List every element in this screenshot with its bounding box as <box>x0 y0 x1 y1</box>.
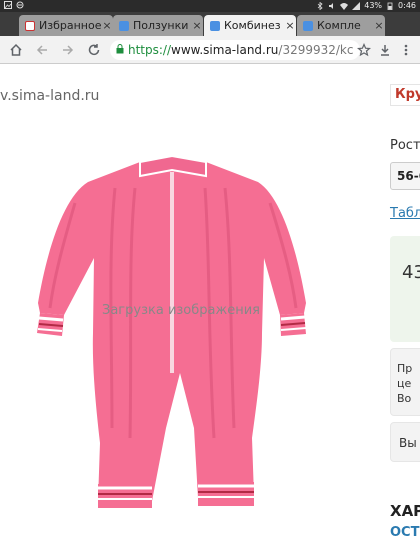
back-icon[interactable] <box>34 42 50 58</box>
address-bar[interactable]: https:// www.sima-land.ru /3299932/kc <box>110 40 360 60</box>
tab-title: Компле <box>317 19 361 32</box>
wifi-icon <box>340 2 349 10</box>
url-scheme: https:// <box>128 43 172 57</box>
home-icon[interactable] <box>8 42 24 58</box>
mail-icon <box>25 20 35 31</box>
price-value: 43 <box>402 262 420 283</box>
browser-toolbar: https:// www.sima-land.ru /3299932/kc <box>0 36 420 64</box>
size-select[interactable]: 56-6 <box>390 162 420 190</box>
close-icon[interactable]: × <box>284 19 296 32</box>
characteristics-heading: ХАР <box>390 502 420 520</box>
size-label: Рост <box>390 138 420 153</box>
buy-button[interactable]: Кру <box>390 84 420 106</box>
tab-title: Ползунки <box>133 19 189 32</box>
select-button[interactable]: Вы <box>390 422 420 462</box>
menu-icon[interactable] <box>398 42 414 58</box>
battery-percent: 43% <box>364 1 383 10</box>
info-line: Во <box>397 392 412 405</box>
stock-link[interactable]: ОСТ <box>390 525 419 540</box>
product-image[interactable] <box>0 108 350 528</box>
clock: 0:46 <box>398 1 416 10</box>
bluetooth-icon <box>316 1 324 10</box>
site-url: v.sima-land.ru <box>0 88 100 104</box>
tab-kombinez[interactable]: Комбинез × <box>204 15 296 36</box>
close-icon[interactable]: × <box>373 19 385 32</box>
lock-icon <box>116 43 124 57</box>
close-icon[interactable]: × <box>191 19 203 32</box>
tab-polzunki[interactable]: Ползунки × <box>113 15 203 36</box>
sync-icon <box>16 1 24 9</box>
info-line: Пр <box>397 362 413 375</box>
tab-favorites[interactable]: Избранное × <box>19 15 113 36</box>
battery-icon <box>386 2 394 10</box>
signal-icon <box>352 1 361 10</box>
price-box: 43 <box>390 236 420 342</box>
reload-icon[interactable] <box>86 42 102 58</box>
url-host: www.sima-land.ru <box>171 43 279 57</box>
page-content: v.sima-land.ru Загрузка изображения Кр Р… <box>0 64 420 560</box>
tab-title: Комбинез <box>224 19 281 32</box>
size-table-link[interactable]: Табл <box>390 206 420 221</box>
page-icon <box>303 20 313 31</box>
info-line: це <box>397 377 412 390</box>
tab-strip: Избранное × Ползунки × Комбинез × Компле… <box>0 12 420 36</box>
mute-icon <box>328 2 336 10</box>
tab-komple[interactable]: Компле × <box>297 15 385 36</box>
info-box: Пр це Во <box>390 348 420 416</box>
url-path: /3299932/kc <box>278 43 354 57</box>
close-icon[interactable]: × <box>101 19 113 32</box>
image-icon <box>4 1 12 9</box>
tab-title: Избранное <box>39 19 101 32</box>
page-icon <box>119 20 129 31</box>
page-icon <box>210 20 220 31</box>
image-loading-text: Загрузка изображения <box>102 303 260 318</box>
download-icon[interactable] <box>377 42 393 58</box>
status-bar: 43% 0:46 <box>0 0 420 12</box>
star-icon[interactable] <box>356 42 372 58</box>
forward-icon[interactable] <box>60 42 76 58</box>
